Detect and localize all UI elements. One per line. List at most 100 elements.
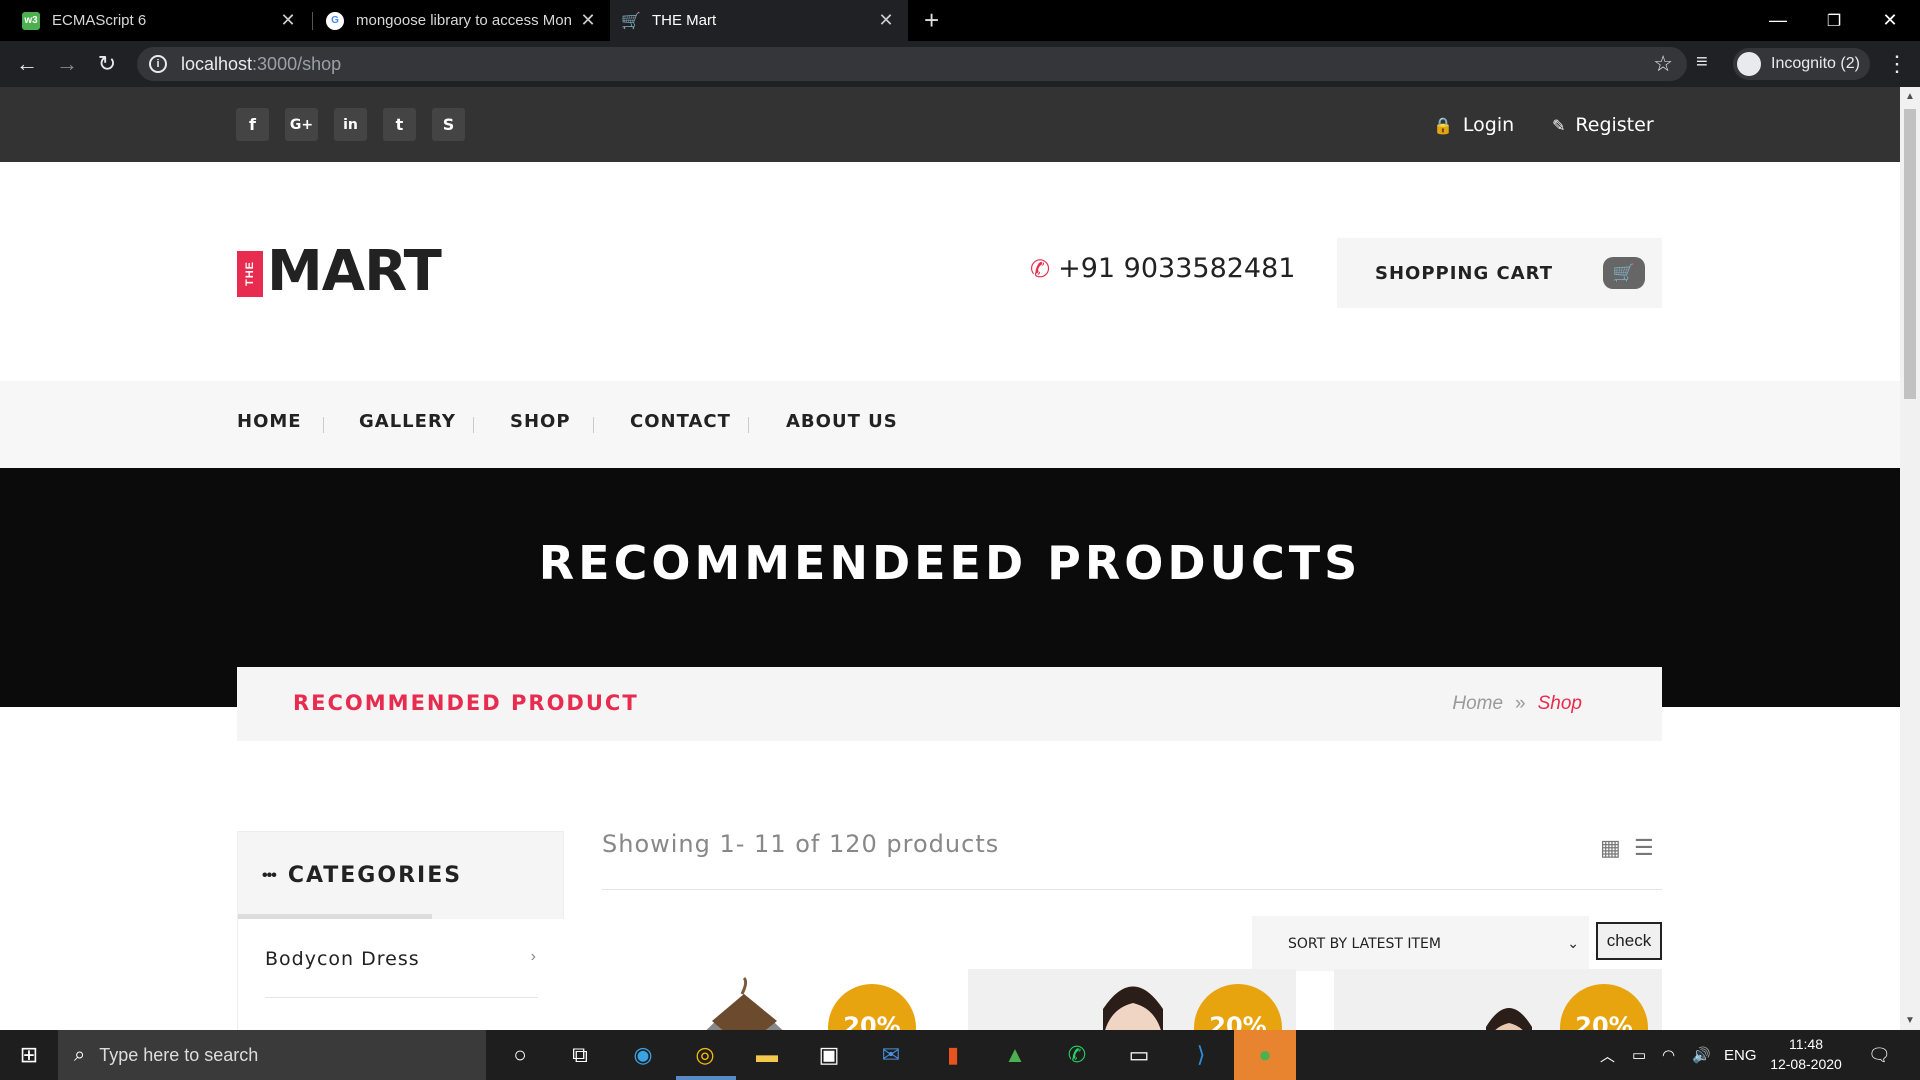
breadcrumb: Home » Shop [1452,693,1582,715]
category-label: Bodycon Dress [265,948,420,970]
app-icon[interactable]: ▲ [998,1038,1032,1072]
edge-icon[interactable]: ◉ [626,1038,660,1072]
windows-start-icon[interactable]: ⊞ [0,1030,58,1080]
nav-gallery[interactable]: GALLERY [359,411,456,432]
dots-icon: ••• [262,866,277,884]
skype-icon[interactable]: S [432,108,465,141]
site-logo[interactable]: THE MART [237,244,442,300]
close-icon[interactable]: ✕ [578,10,598,31]
linkedin-icon[interactable]: in [334,108,367,141]
shopping-cart-button[interactable]: SHOPPING CART 🛒 [1337,238,1662,308]
notification-icon[interactable]: 🗨 [1868,1030,1891,1080]
tab-title: ECMAScript 6 [52,12,147,29]
whatsapp-icon[interactable]: ✆ [1060,1038,1094,1072]
cortana-icon[interactable]: ○ [503,1038,537,1072]
cart-icon: 🛒 [621,12,641,30]
page-scrollbar[interactable]: ▲ ▼ [1900,87,1920,1030]
tab-the-mart[interactable]: 🛒 THE Mart ✕ [610,0,908,41]
register-link[interactable]: ✎ Register [1552,114,1654,136]
main-nav: HOME GALLERY SHOP CONTACT ABOUT US [0,381,1900,468]
clock[interactable]: 11:48 12-08-2020 [1762,1034,1850,1074]
facebook-icon[interactable]: f [236,108,269,141]
terminal-icon[interactable]: ▭ [1122,1038,1156,1072]
close-icon[interactable]: ✕ [876,10,896,31]
top-strip: f G+ in t S 🔒 Login ✎ Register [0,87,1900,162]
incognito-badge[interactable]: Incognito (2) [1733,48,1870,80]
product-card[interactable]: 20% [1334,969,1662,1030]
address-toolbar: ← → ↻ i localhost:3000/shop ☆ ≡ Incognit… [0,41,1920,87]
new-tab-button[interactable]: + [924,6,939,34]
mongodb-icon[interactable]: ● [1234,1030,1296,1080]
nav-home[interactable]: HOME [237,411,302,432]
clock-time: 11:48 [1789,1036,1823,1052]
back-button[interactable]: ← [12,49,42,79]
register-label: Register [1575,114,1654,136]
tab-ecmascript[interactable]: w3 ECMAScript 6 ✕ [10,0,310,41]
wifi-icon[interactable]: ◠ [1662,1030,1675,1080]
lock-icon: 🔒 [1433,115,1453,135]
w3-icon: w3 [22,11,40,30]
forward-button[interactable]: → [52,49,82,79]
sort-select[interactable]: SORT BY LATEST ITEM ⌄ [1252,916,1589,971]
battery-icon[interactable]: ▭ [1632,1030,1646,1080]
language-indicator[interactable]: ENG [1724,1030,1757,1080]
login-label: Login [1462,114,1515,136]
chrome-icon[interactable]: ◎ [688,1038,722,1072]
nav-contact[interactable]: CONTACT [630,411,731,432]
hero-title: RECOMMENDEED PRODUCTS [538,536,1362,590]
file-explorer-icon[interactable]: ▬ [750,1038,784,1072]
scroll-up-icon[interactable]: ▲ [1905,91,1915,102]
breadcrumb-home[interactable]: Home [1452,693,1503,715]
close-icon[interactable]: ✕ [278,10,298,31]
browser-menu-icon[interactable]: ⋮ [1886,51,1908,77]
twitter-icon[interactable]: t [383,108,416,141]
categories-title: CATEGORIES [287,863,463,888]
vscode-icon[interactable]: ⟩ [1184,1038,1218,1072]
profile-label: Incognito (2) [1771,55,1860,72]
mail-icon[interactable]: ✉ [874,1038,908,1072]
breadcrumb-title: RECOMMENDED PRODUCT [293,691,639,715]
minimize-button[interactable]: — [1750,0,1806,41]
volume-icon[interactable]: 🔊 [1692,1030,1711,1080]
product-card[interactable]: 20% [968,969,1296,1030]
chevron-down-icon: ⌄ [1567,935,1579,951]
double-chevron-icon: » [1515,693,1526,714]
category-list: Bodycon Dress › [238,919,565,1030]
clock-date: 12-08-2020 [1770,1056,1842,1072]
sort-value: SORT BY LATEST ITEM [1288,935,1441,952]
google-plus-icon[interactable]: G+ [285,108,318,141]
taskbar-search[interactable]: ⌕ Type here to search [58,1030,486,1080]
office-icon[interactable]: ▮ [936,1038,970,1072]
page-viewport: f G+ in t S 🔒 Login ✎ Register THE MART … [0,87,1900,1030]
close-window-button[interactable]: ✕ [1862,0,1918,41]
tab-title: THE Mart [652,12,717,29]
reload-button[interactable]: ↻ [92,49,122,79]
list-view-icon[interactable]: ☰ [1634,835,1654,861]
scrollbar-thumb[interactable] [1904,109,1916,399]
category-item-bodycon-dress[interactable]: Bodycon Dress › [265,948,538,998]
phone-icon: ✆ [1030,254,1051,283]
nav-about-us[interactable]: ABOUT US [786,411,898,432]
tab-title: mongoose library to access Mon [356,12,572,29]
tray-chevron-icon[interactable]: ︿ [1600,1030,1615,1080]
nav-shop[interactable]: SHOP [510,411,571,432]
restore-button[interactable]: ❐ [1806,0,1862,41]
store-icon[interactable]: ▣ [812,1038,846,1072]
breadcrumb-bar: RECOMMENDED PRODUCT Home » Shop [237,667,1662,741]
tab-mongoose[interactable]: G mongoose library to access Mon ✕ [314,0,610,41]
task-view-icon[interactable]: ⧉ [563,1038,597,1072]
incognito-icon [1737,52,1761,76]
product-card[interactable]: 20% [602,969,930,1030]
cart-icon: 🛒 [1603,257,1645,289]
check-button[interactable]: check [1596,922,1662,960]
scroll-down-icon[interactable]: ▼ [1905,1015,1915,1026]
pencil-icon: ✎ [1552,115,1566,135]
grid-view-icon[interactable]: ▦ [1600,835,1621,861]
media-control-icon[interactable]: ≡ [1696,51,1708,74]
bookmark-star-icon[interactable]: ☆ [1653,51,1673,77]
login-link[interactable]: 🔒 Login [1433,114,1514,136]
url-bar[interactable]: i localhost:3000/shop ☆ [137,47,1687,81]
taskbar: ⊞ ⌕ Type here to search ○ ⧉ ◉ ◎ ▬ ▣ ✉ ▮ … [0,1030,1920,1080]
categories-header: ••• CATEGORIES [262,863,462,888]
info-icon[interactable]: i [149,55,167,73]
